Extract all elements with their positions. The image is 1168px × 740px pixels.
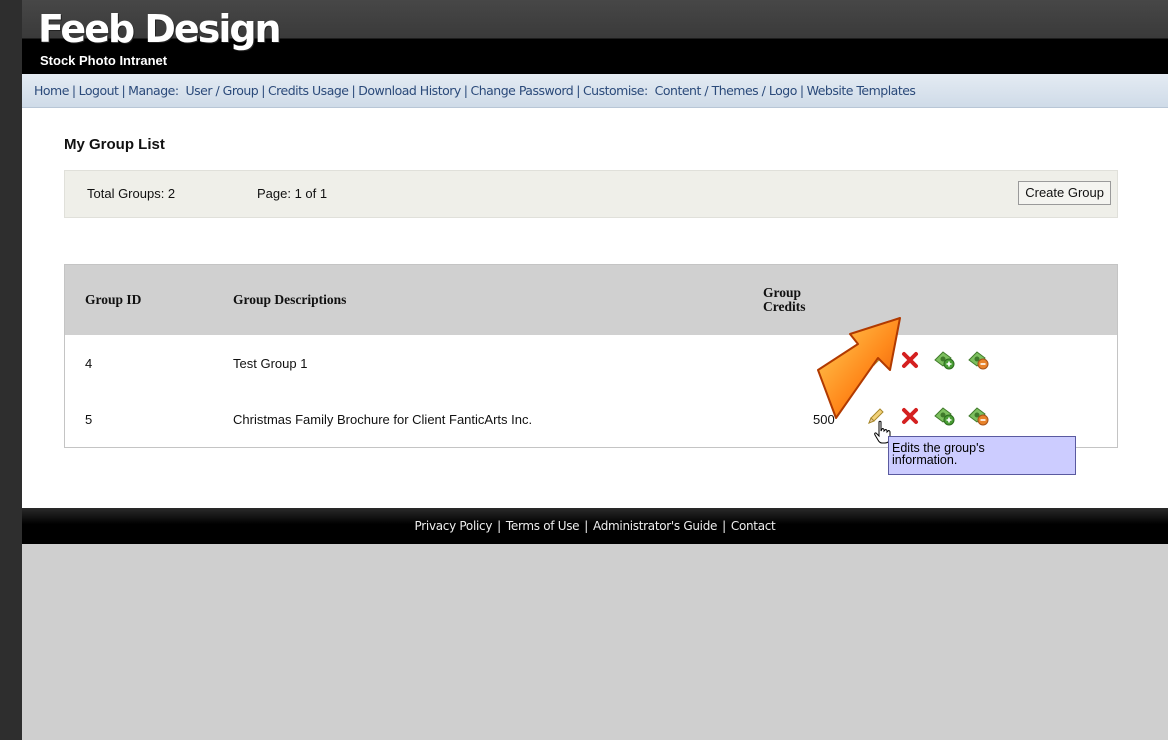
- nav-themes-link[interactable]: Themes: [712, 83, 759, 98]
- column-header-group-credits[interactable]: Group Credits: [763, 286, 806, 314]
- nav-separator: |: [261, 83, 265, 98]
- nav-slash: /: [212, 83, 223, 98]
- money-add-icon[interactable]: [933, 349, 955, 371]
- group-table: Group ID Group Descriptions Group Credit…: [64, 264, 1118, 448]
- nav-separator: |: [351, 83, 356, 98]
- money-remove-icon[interactable]: [967, 349, 989, 371]
- orange-callout-arrow-icon: [817, 317, 901, 419]
- nav-logo-link[interactable]: Logo: [769, 83, 797, 98]
- nav-separator: |: [576, 83, 580, 98]
- create-group-button[interactable]: Create Group: [1018, 181, 1111, 205]
- site-header: Feeb Design Stock Photo Intranet: [22, 0, 1168, 74]
- nav-slash: /: [758, 83, 769, 98]
- footer-separator: |: [584, 519, 588, 533]
- site-footer: Privacy Policy | Terms of Use | Administrato…: [22, 508, 1168, 544]
- group-description-cell: Christmas Family Brochure for Client Fan…: [233, 412, 533, 427]
- group-id-cell: 5: [85, 412, 93, 427]
- total-groups-text: Total Groups: 2: [87, 186, 176, 201]
- footer-separator: |: [722, 519, 726, 533]
- nav-manage-label: Manage:: [128, 83, 179, 98]
- nav-download-history-link[interactable]: Download History: [358, 83, 461, 98]
- nav-separator: |: [463, 83, 468, 98]
- nav-credits-usage-link[interactable]: Credits Usage: [268, 83, 349, 98]
- footer-separator: |: [497, 519, 501, 533]
- tooltip-line2: information.: [892, 453, 958, 467]
- page-title: My Group List: [64, 136, 165, 153]
- site-logo-title[interactable]: Feeb Design: [38, 10, 282, 48]
- tooltip: Edits the group's information.: [888, 436, 1076, 475]
- site-logo-subtitle: Stock Photo Intranet: [40, 53, 168, 68]
- nav-slash: /: [700, 83, 712, 98]
- group-id-cell: 4: [85, 356, 93, 371]
- browser-page: Feeb Design Stock Photo Intranet Home | Lo…: [22, 0, 1168, 740]
- nav-group-link[interactable]: Group: [223, 83, 259, 98]
- footer-contact-link[interactable]: Contact: [731, 519, 776, 533]
- nav-separator: |: [71, 83, 76, 98]
- footer-terms-link[interactable]: Terms of Use: [506, 519, 580, 533]
- nav-customise-label: Customise:: [582, 83, 648, 98]
- nav-logout-link[interactable]: Logout: [79, 83, 119, 98]
- footer-privacy-link[interactable]: Privacy Policy: [415, 519, 493, 533]
- nav-separator: |: [121, 83, 126, 98]
- nav-home-link[interactable]: Home: [34, 83, 69, 98]
- nav-user-link[interactable]: User: [186, 83, 213, 98]
- group-description-cell: Test Group 1: [233, 356, 308, 371]
- nav-change-password-link[interactable]: Change Password: [471, 83, 574, 98]
- table-header: Group ID Group Descriptions Group Credit…: [65, 265, 1117, 335]
- money-remove-icon[interactable]: [967, 405, 989, 427]
- footer-admin-guide-link[interactable]: Administrator's Guide: [593, 519, 717, 533]
- nav-content-link[interactable]: Content: [655, 83, 702, 98]
- money-add-icon[interactable]: [933, 405, 955, 427]
- group-summary-bar: Total Groups: 2 Page: 1 of 1 Create Grou…: [64, 170, 1118, 218]
- column-header-credits-line2: Credits: [763, 299, 806, 314]
- main-nav: Home | Logout | Manage: User / Group | Credits…: [22, 74, 1168, 108]
- table-row: 4 Test Group 1: [65, 335, 1117, 391]
- column-header-group-descriptions[interactable]: Group Descriptions: [233, 293, 346, 307]
- nav-separator: |: [799, 83, 804, 98]
- nav-website-templates-link[interactable]: Website Templates: [807, 83, 916, 98]
- column-header-credits-line1: Group: [763, 285, 802, 300]
- page-info-text: Page: 1 of 1: [257, 186, 328, 201]
- column-header-group-id[interactable]: Group ID: [85, 293, 141, 307]
